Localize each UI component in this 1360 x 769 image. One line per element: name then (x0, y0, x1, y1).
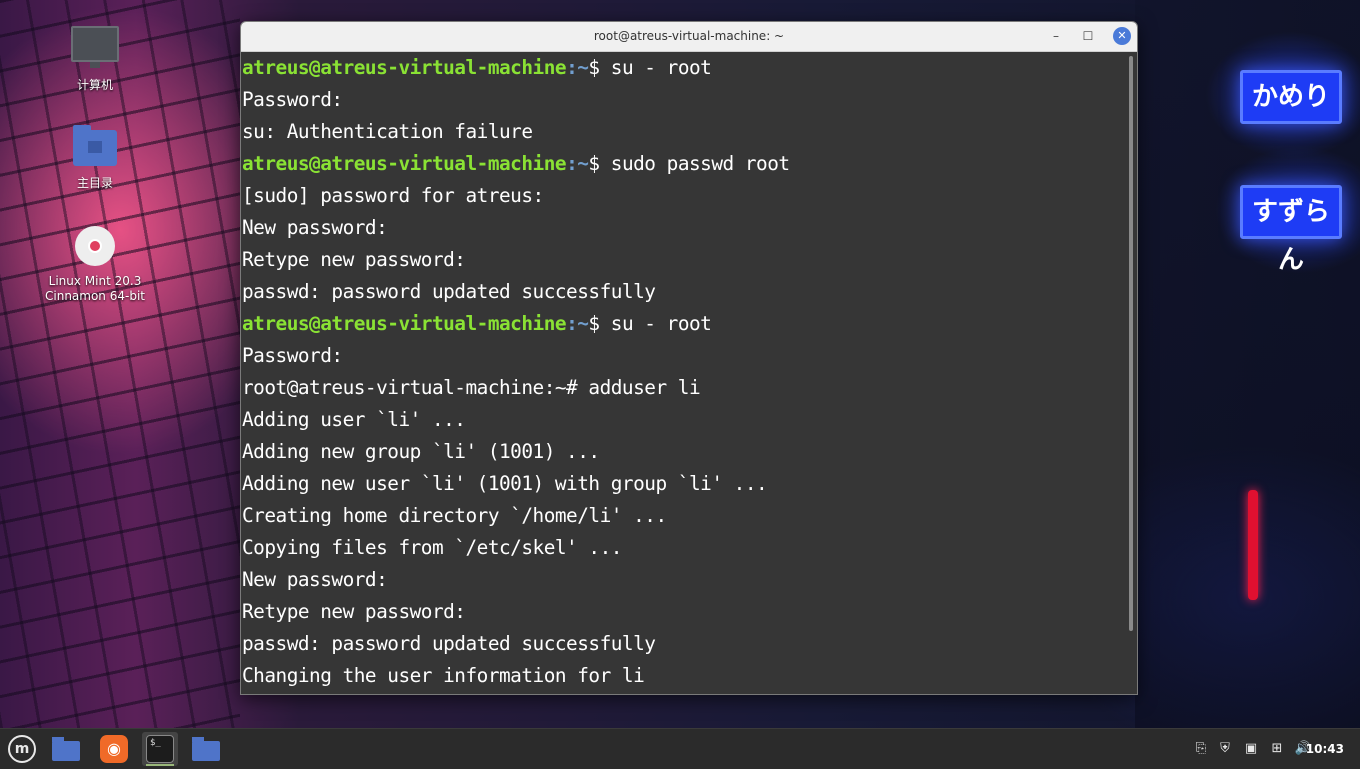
terminal-line: atreus@atreus-virtual-machine:~$ sudo pa… (241, 148, 1125, 180)
taskbar: m ◉ $_ ⎘ ⛨ ▣ ⊞ 🔊 10:43 (0, 728, 1360, 769)
terminal-line: New password: (242, 216, 388, 239)
neon-sign-2: すずらん (1240, 185, 1342, 275)
terminal-line: Adding new user `li' (1001) with group `… (242, 472, 768, 495)
menu-button[interactable]: m (2, 732, 38, 766)
disc-icon (75, 226, 115, 266)
neon-light (1248, 490, 1258, 600)
prompt-path: :~ (566, 152, 589, 175)
prompt-user: atreus@atreus-virtual-machine (242, 152, 567, 175)
taskbar-files-window[interactable] (188, 732, 224, 766)
terminal-line: su: Authentication failure (242, 120, 533, 143)
terminal-line: atreus@atreus-virtual-machine:~$ su - ro… (241, 308, 1125, 340)
firefox-icon: ◉ (100, 735, 128, 763)
terminal-line: [sudo] password for atreus: (242, 184, 544, 207)
terminal-line: atreus@atreus-virtual-machine:~$ su - ro… (241, 52, 1125, 84)
command-text: $ sudo passwd root (588, 152, 790, 175)
terminal-line: Retype new password: (242, 248, 466, 271)
terminal-output[interactable]: atreus@atreus-virtual-machine:~$ su - ro… (241, 52, 1125, 694)
terminal-line: root@atreus-virtual-machine:~# adduser l… (242, 376, 701, 399)
desktop-icon-home[interactable]: 主目录 (40, 125, 150, 191)
neon-sign-1: かめり (1240, 70, 1342, 124)
prompt-user: atreus@atreus-virtual-machine (242, 312, 567, 335)
mint-menu-icon: m (8, 735, 36, 763)
taskbar-firefox[interactable]: ◉ (96, 732, 132, 766)
terminal-line: Changing the user information for li (242, 664, 645, 687)
desktop-icon-label: Linux Mint 20.3 Cinnamon 64-bit (45, 274, 145, 303)
prompt-path: :~ (566, 56, 589, 79)
terminal-line: Adding new group `li' (1001) ... (242, 440, 600, 463)
terminal-window[interactable]: root@atreus-virtual-machine: ~ – ☐ ✕ atr… (240, 21, 1138, 695)
terminal-line: passwd: password updated successfully (242, 632, 656, 655)
wallpaper-pattern (0, 0, 240, 728)
terminal-line: passwd: password updated successfully (242, 280, 656, 303)
terminal-line: Password: (242, 88, 343, 111)
command-text: $ su - root (588, 312, 712, 335)
window-title: root@atreus-virtual-machine: ~ (593, 29, 785, 43)
taskbar-files[interactable] (48, 732, 84, 766)
close-button[interactable]: ✕ (1113, 27, 1131, 45)
computer-icon (71, 26, 119, 68)
prompt-path: :~ (566, 312, 589, 335)
taskbar-terminal[interactable]: $_ (142, 732, 178, 766)
minimize-button[interactable]: – (1047, 27, 1065, 45)
command-text: $ su - root (588, 56, 712, 79)
scrollbar-thumb[interactable] (1129, 56, 1133, 631)
scrollbar[interactable] (1125, 52, 1137, 694)
network-icon[interactable]: ⊞ (1266, 729, 1288, 769)
clock[interactable]: 10:43 (1306, 729, 1344, 769)
desktop-icon-label: 主目录 (76, 176, 113, 190)
terminal-icon: $_ (146, 735, 174, 763)
update-icon[interactable]: ▣ (1240, 729, 1262, 769)
terminal-line: Copying files from `/etc/skel' ... (242, 536, 622, 559)
terminal-line: Creating home directory `/home/li' ... (242, 504, 667, 527)
clipboard-icon[interactable]: ⎘ (1190, 729, 1212, 769)
terminal-line: New password: (242, 568, 388, 591)
maximize-button[interactable]: ☐ (1079, 27, 1097, 45)
terminal-line: Retype new password: (242, 600, 466, 623)
desktop-icon-disc[interactable]: Linux Mint 20.3 Cinnamon 64-bit (40, 226, 150, 304)
desktop-icon-label: 计算机 (76, 78, 113, 92)
terminal-line: Password: (242, 344, 343, 367)
desktop-icon-computer[interactable]: 计算机 (40, 26, 150, 93)
prompt-user: atreus@atreus-virtual-machine (242, 56, 567, 79)
files-window-icon (192, 737, 220, 761)
terminal-line: Adding user `li' ... (242, 408, 466, 431)
shield-icon[interactable]: ⛨ (1214, 729, 1236, 769)
home-folder-icon (73, 125, 117, 166)
window-titlebar[interactable]: root@atreus-virtual-machine: ~ – ☐ ✕ (241, 22, 1137, 52)
files-icon (52, 737, 80, 761)
